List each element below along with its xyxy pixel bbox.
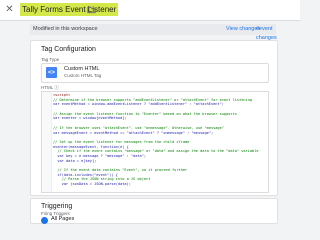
page-view-trigger-icon [41, 217, 48, 224]
tag-type-label: Tag Type [41, 57, 60, 62]
html-code-editor[interactable]: <script>// Determine if the browser supp… [41, 91, 269, 193]
line-number-gutter [42, 92, 52, 192]
tag-configuration-panel[interactable]: Tag Configuration Tag Type <> Custom HTM… [30, 40, 278, 196]
tag-name-title[interactable]: Tally Forms Event Listener [20, 3, 119, 16]
tag-type-name: Custom HTML [64, 66, 100, 72]
tag-type-subtitle: Custom HTML Tag [64, 73, 102, 78]
trigger-name[interactable]: All Pages [51, 216, 74, 222]
top-bar: ✕ Tally Forms Event Listener [0, 0, 300, 21]
triggering-panel[interactable]: Triggering Firing Triggers All Pages [30, 198, 278, 224]
status-text: Modified in this workspace [33, 26, 98, 32]
folder-icon[interactable] [87, 5, 96, 14]
custom-html-icon: <> [46, 67, 57, 78]
code-line: var jsonData = JSON.parse(data); [53, 182, 131, 187]
code-lines: <script>// Determine if the browser supp… [53, 93, 267, 187]
tag-type-card[interactable]: <> Custom HTML Custom HTML Tag [41, 63, 269, 83]
workspace-status-bar: Modified in this workspace View changes … [30, 24, 277, 41]
section-title: Tag Configuration [41, 46, 96, 53]
section-title: Triggering [41, 203, 73, 210]
close-icon[interactable]: ✕ [4, 4, 15, 15]
